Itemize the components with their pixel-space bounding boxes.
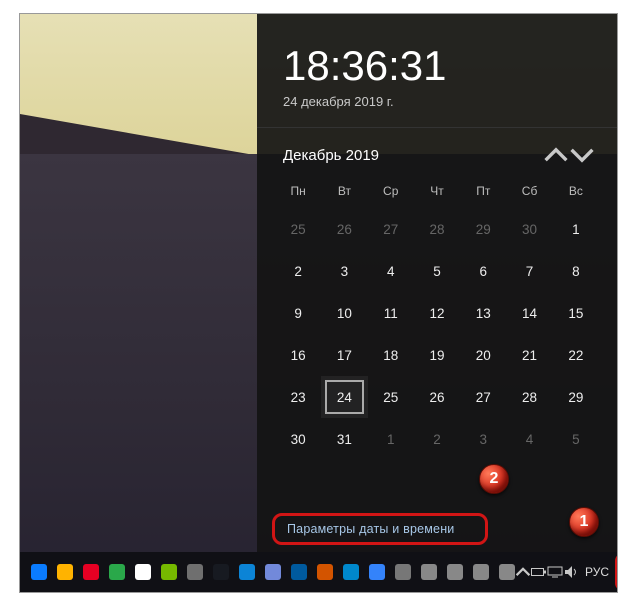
tray-chevron-up-icon[interactable] (515, 564, 531, 581)
taskbar-app-icon[interactable] (472, 564, 489, 581)
taskbar-app-icon[interactable] (420, 564, 437, 581)
calendar-day[interactable]: 1 (368, 418, 414, 460)
calendar-day[interactable]: 15 (553, 292, 599, 334)
taskbar-app-icon[interactable] (108, 564, 125, 581)
calendar-day[interactable]: 21 (506, 334, 552, 376)
calendar-day[interactable]: 4 (506, 418, 552, 460)
calendar-dow-label: Вт (321, 178, 367, 208)
calendar-day[interactable]: 5 (553, 418, 599, 460)
taskbar-app-icon[interactable] (264, 564, 281, 581)
taskbar-app-icon[interactable] (342, 564, 359, 581)
calendar-day[interactable]: 30 (506, 208, 552, 250)
taskbar-app-icon[interactable] (186, 564, 203, 581)
calendar-day[interactable]: 13 (460, 292, 506, 334)
calendar-day[interactable]: 25 (275, 208, 321, 250)
calendar-day[interactable]: 11 (368, 292, 414, 334)
calendar-day[interactable]: 16 (275, 334, 321, 376)
calendar-day[interactable]: 12 (414, 292, 460, 334)
calendar-day[interactable]: 28 (414, 208, 460, 250)
calendar-day[interactable]: 31 (321, 418, 367, 460)
calendar-day[interactable]: 10 (321, 292, 367, 334)
annotation-badge-1: 1 (569, 507, 599, 537)
calendar-day[interactable]: 25 (368, 376, 414, 418)
taskbar-app-icon[interactable] (394, 564, 411, 581)
calendar-dow-label: Вс (553, 178, 599, 208)
calendar-dow-label: Пн (275, 178, 321, 208)
taskbar-icons (20, 564, 515, 581)
calendar-day[interactable]: 4 (368, 250, 414, 292)
language-indicator[interactable]: РУС (585, 565, 609, 579)
calendar-day[interactable]: 1 (553, 208, 599, 250)
taskbar-app-icon[interactable] (30, 564, 47, 581)
annotation-badge-2: 2 (479, 464, 509, 494)
calendar-day[interactable]: 23 (275, 376, 321, 418)
calendar-day[interactable]: 17 (321, 334, 367, 376)
calendar-day[interactable]: 14 (506, 292, 552, 334)
taskbar-app-icon[interactable] (134, 564, 151, 581)
taskbar-app-icon[interactable] (212, 564, 229, 581)
network-icon[interactable] (547, 564, 563, 581)
battery-icon[interactable] (531, 564, 547, 581)
calendar-grid: ПнВтСрЧтПтСбВс 2526272829301234567891011… (257, 174, 617, 460)
calendar-day[interactable]: 2 (414, 418, 460, 460)
calendar-dow-label: Сб (506, 178, 552, 208)
calendar-day[interactable]: 6 (460, 250, 506, 292)
calendar-day[interactable]: 24 (321, 376, 367, 418)
calendar-day[interactable]: 30 (275, 418, 321, 460)
calendar-day[interactable]: 9 (275, 292, 321, 334)
taskbar-app-icon[interactable] (160, 564, 177, 581)
calendar-day[interactable]: 26 (321, 208, 367, 250)
calendar-day[interactable]: 22 (553, 334, 599, 376)
clock-date-long: 24 декабря 2019 г. (257, 90, 617, 127)
calendar-next-icon[interactable] (569, 142, 595, 168)
calendar-month-label[interactable]: Декабрь 2019 (283, 147, 543, 164)
calendar-dow-label: Пт (460, 178, 506, 208)
taskbar-app-icon[interactable] (290, 564, 307, 581)
calendar-day[interactable]: 27 (368, 208, 414, 250)
divider (257, 127, 617, 128)
taskbar-app-icon[interactable] (82, 564, 99, 581)
screenshot-frame: 18:36:31 24 декабря 2019 г. Декабрь 2019… (19, 13, 618, 593)
volume-icon[interactable] (563, 564, 579, 581)
date-time-settings-link[interactable]: Параметры даты и времени (272, 513, 488, 545)
calendar-day[interactable]: 2 (275, 250, 321, 292)
calendar-day[interactable]: 5 (414, 250, 460, 292)
calendar-day[interactable]: 29 (460, 208, 506, 250)
taskbar: РУС 18:36 24.12.2019 (20, 552, 617, 592)
clock-time: 18:36:31 (257, 42, 617, 90)
datetime-flyout: 18:36:31 24 декабря 2019 г. Декабрь 2019… (257, 14, 617, 554)
taskbar-clock[interactable]: 18:36 24.12.2019 (615, 553, 618, 591)
calendar-dow-label: Ср (368, 178, 414, 208)
calendar-day[interactable]: 26 (414, 376, 460, 418)
taskbar-app-icon[interactable] (238, 564, 255, 581)
calendar-day[interactable]: 20 (460, 334, 506, 376)
taskbar-app-icon[interactable] (498, 564, 515, 581)
calendar-day[interactable]: 28 (506, 376, 552, 418)
calendar-day[interactable]: 7 (506, 250, 552, 292)
calendar-prev-icon[interactable] (543, 142, 569, 168)
calendar-day[interactable]: 19 (414, 334, 460, 376)
calendar-dow-label: Чт (414, 178, 460, 208)
calendar-day[interactable]: 18 (368, 334, 414, 376)
taskbar-app-icon[interactable] (316, 564, 333, 581)
taskbar-app-icon[interactable] (56, 564, 73, 581)
taskbar-app-icon[interactable] (368, 564, 385, 581)
taskbar-app-icon[interactable] (446, 564, 463, 581)
calendar-day[interactable]: 8 (553, 250, 599, 292)
calendar-day[interactable]: 29 (553, 376, 599, 418)
calendar-day[interactable]: 27 (460, 376, 506, 418)
calendar-day[interactable]: 3 (321, 250, 367, 292)
calendar-day[interactable]: 3 (460, 418, 506, 460)
